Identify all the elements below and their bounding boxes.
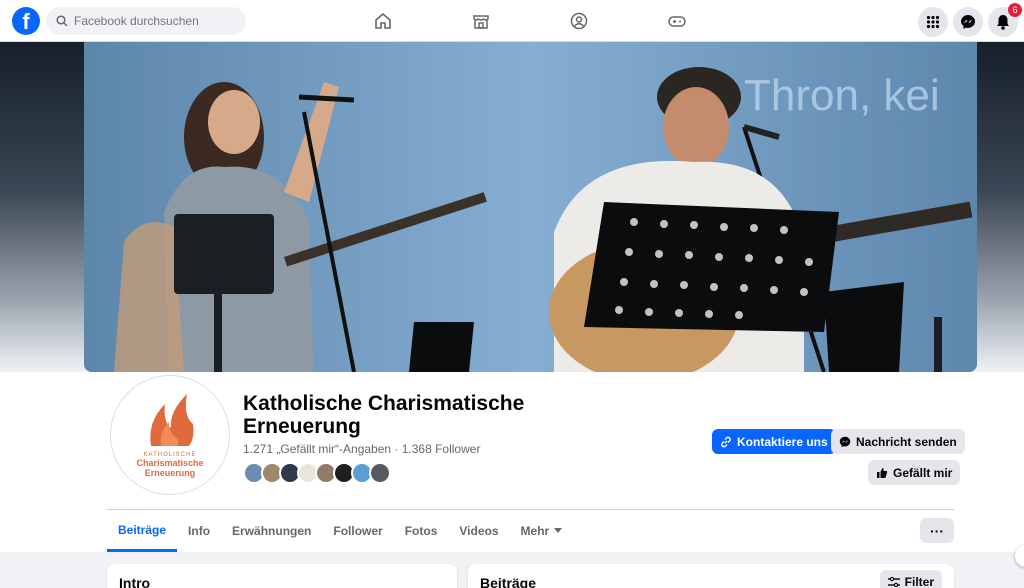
cover-photo[interactable]: Thron, kei [84,42,977,372]
home-icon[interactable] [370,8,396,34]
posts-card: Beiträge Filter [468,564,954,588]
profile-header: KATHOLISCHE Charismatische Erneuerung Ka… [0,372,1024,552]
grid-icon [926,15,940,29]
scroll-handle[interactable] [1015,545,1024,567]
friend-avatar[interactable] [369,462,391,484]
tab-more[interactable]: Mehr [510,510,574,552]
page-title: Katholische Charismatische Erneuerung [243,392,525,438]
filter-icon [887,577,900,587]
flame-logo-icon [150,394,194,446]
intro-card: Intro [107,564,457,588]
tab-info[interactable]: Info [177,510,221,552]
contact-button[interactable]: Kontaktiere uns [712,429,836,454]
page-stats[interactable]: 1.271 „Gefällt mir“-Angaben · 1.368 Foll… [243,442,480,456]
marketplace-icon[interactable] [468,8,494,34]
tab-photos[interactable]: Fotos [394,510,449,552]
avatar-text-line1: Charismatische [136,458,204,468]
tab-mentions[interactable]: Erwähnungen [221,510,322,552]
menu-grid-button[interactable] [918,7,948,37]
message-button[interactable]: Nachricht senden [831,429,965,454]
page-tabs: Beiträge Info Erwähnungen Follower Fotos… [107,510,573,552]
gaming-icon[interactable] [664,8,690,34]
tab-videos[interactable]: Videos [448,510,509,552]
notification-badge: 6 [1008,3,1022,17]
like-button-label: Gefällt mir [893,465,953,480]
search-icon [56,15,68,27]
bell-icon [997,15,1009,30]
tab-more-label: Mehr [520,524,550,538]
friend-avatars[interactable] [243,462,391,484]
like-button[interactable]: Gefällt mir [868,460,961,485]
search-input[interactable] [74,14,234,28]
caret-down-icon [554,528,563,533]
cover-backdrop: Thron, kei [0,42,1024,372]
messenger-icon [839,436,851,447]
thumbs-up-icon [877,467,888,478]
filter-button-label: Filter [904,575,934,588]
search-box[interactable] [46,7,246,35]
filter-button[interactable]: Filter [879,570,942,588]
messenger-icon [961,15,975,29]
cover-illustration: Thron, kei [84,42,977,372]
top-navigation-bar: f 6 [0,0,1024,42]
tab-posts[interactable]: Beiträge [107,510,178,552]
notifications-button[interactable]: 6 [988,3,1022,37]
tab-followers[interactable]: Follower [322,510,393,552]
cover-background-text: Thron, kei [744,71,940,120]
avatar-text-line2: Erneuerung [144,468,196,478]
groups-icon[interactable] [566,8,592,34]
messenger-button[interactable] [953,7,983,37]
page-avatar[interactable]: KATHOLISCHE Charismatische Erneuerung [110,375,230,495]
message-button-label: Nachricht senden [856,434,957,449]
more-options-button[interactable]: ··· [920,518,954,543]
intro-title: Intro [119,575,151,588]
contact-button-label: Kontaktiere uns [737,434,828,449]
facebook-logo[interactable]: f [12,7,40,35]
link-icon [721,436,731,447]
posts-title: Beiträge [480,575,537,588]
